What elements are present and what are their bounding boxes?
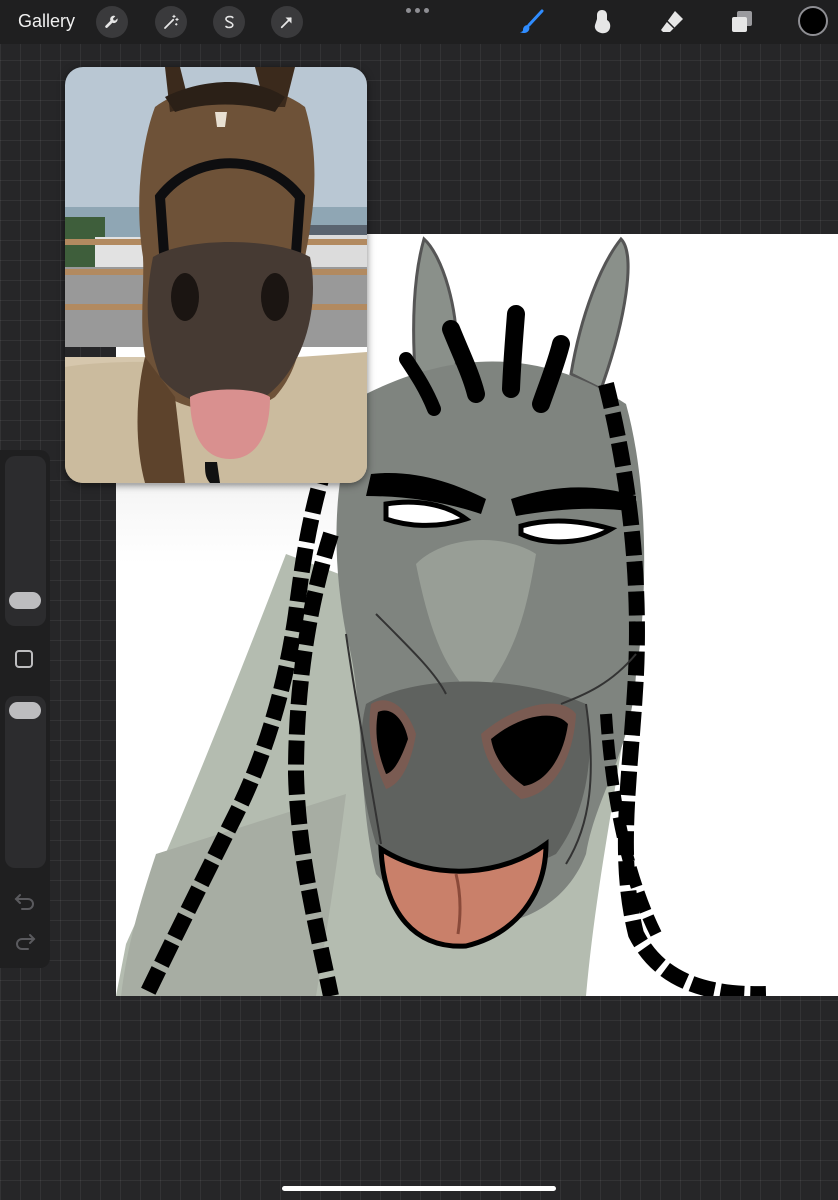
left-sidebar <box>0 450 50 968</box>
smudge-icon[interactable] <box>588 8 616 36</box>
reference-window[interactable] <box>65 67 367 483</box>
opacity-thumb[interactable] <box>9 702 41 719</box>
color-picker-button[interactable] <box>798 6 828 36</box>
undo-icon[interactable] <box>13 892 37 912</box>
redo-icon[interactable] <box>13 932 37 952</box>
brush-icon[interactable] <box>518 8 546 36</box>
wrench-icon[interactable] <box>96 6 128 38</box>
selection-s-icon[interactable] <box>213 6 245 38</box>
layers-icon[interactable] <box>728 8 756 36</box>
opacity-slider[interactable] <box>5 696 46 868</box>
transform-arrow-icon[interactable] <box>271 6 303 38</box>
eraser-icon[interactable] <box>658 8 686 36</box>
home-indicator <box>282 1186 556 1191</box>
reference-photo <box>65 67 367 483</box>
brush-size-thumb[interactable] <box>9 592 41 609</box>
more-options-icon[interactable] <box>406 8 429 13</box>
top-toolbar: Gallery <box>0 0 838 44</box>
magic-wand-icon[interactable] <box>155 6 187 38</box>
brush-size-slider[interactable] <box>5 456 46 626</box>
modifier-button[interactable] <box>15 650 33 668</box>
gallery-button[interactable]: Gallery <box>18 11 75 32</box>
